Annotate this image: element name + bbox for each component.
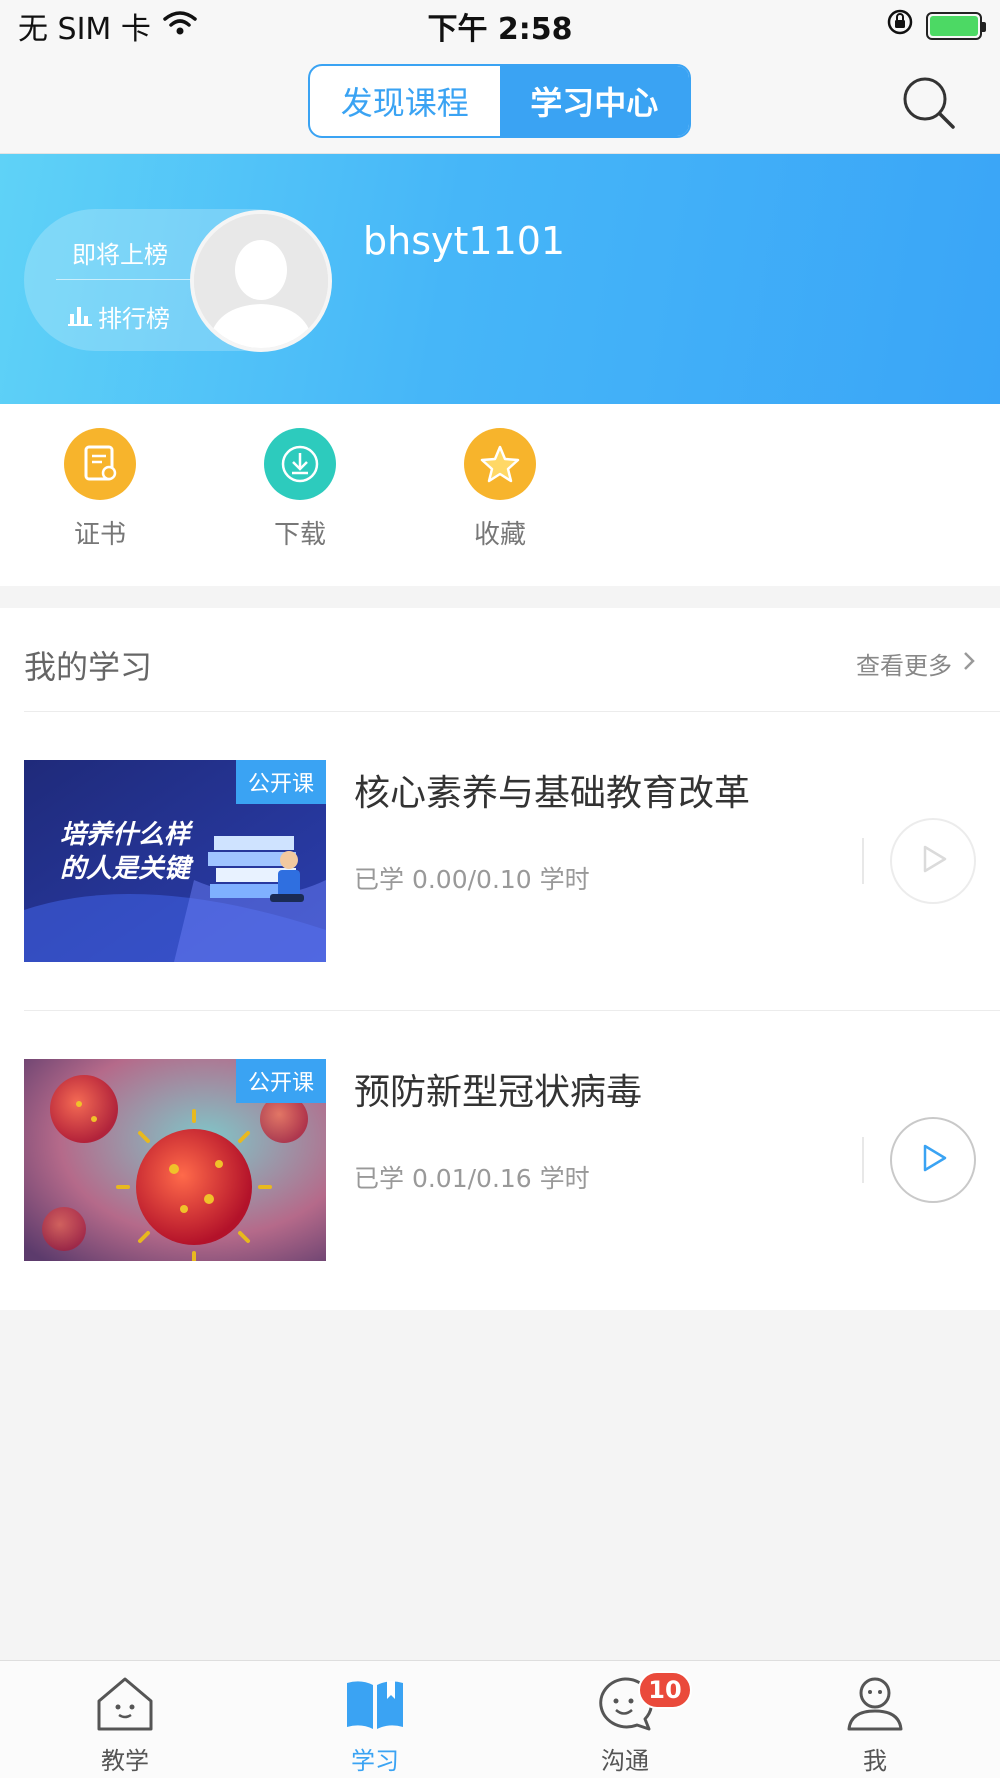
certificate-icon — [64, 428, 136, 500]
play-button[interactable] — [890, 818, 976, 904]
tab-label: 沟通 — [601, 1747, 649, 1775]
play-divider — [862, 1137, 864, 1183]
tab-discover-courses[interactable]: 发现课程 — [310, 66, 500, 136]
course-progress: 已学 0.00/0.10 学时 — [354, 865, 590, 894]
see-more-link[interactable]: 查看更多 — [856, 646, 976, 681]
quick-actions: 证书 下载 收藏 — [0, 404, 1000, 586]
tab-label: 学习 — [351, 1747, 399, 1775]
cover-caption: 培养什么样 的人是关键 — [60, 818, 190, 886]
tab-chat[interactable]: 10 沟通 — [500, 1661, 750, 1778]
unread-badge: 10 — [638, 1671, 692, 1709]
cover-caption-line-1: 培养什么样 — [60, 820, 191, 850]
download-label: 下载 — [273, 520, 326, 550]
app-screen: 无 SIM 卡 下午 2:58 发现课程 学习中心 即将上榜 排行榜 bhsyt… — [0, 0, 1000, 1778]
tab-label: 我 — [863, 1747, 887, 1775]
certificate-label: 证书 — [73, 520, 126, 550]
star-icon — [464, 428, 536, 500]
download-icon — [264, 428, 336, 500]
tab-learning[interactable]: 学习 — [250, 1661, 500, 1778]
default-avatar-icon — [194, 214, 328, 348]
section-title: 我的学习 — [24, 648, 153, 686]
carrier-label: 无 SIM 卡 — [18, 12, 151, 47]
person-icon — [843, 1673, 907, 1737]
favorites-label: 收藏 — [473, 520, 526, 550]
status-time: 下午 2:58 — [427, 12, 573, 47]
rank-status-label: 即将上榜 — [72, 241, 168, 269]
profile-banner: 即将上榜 排行榜 bhsyt1101 — [0, 154, 1000, 404]
tab-learning-center[interactable]: 学习中心 — [499, 66, 689, 136]
status-left: 无 SIM 卡 — [18, 4, 318, 48]
search-icon[interactable] — [900, 74, 960, 134]
play-divider — [862, 838, 864, 884]
course-tag: 公开课 — [235, 1059, 326, 1103]
battery-icon — [926, 12, 986, 40]
wifi-icon — [163, 9, 197, 44]
rank-divider — [56, 279, 206, 280]
avatar[interactable] — [190, 210, 332, 352]
cover-caption-line-2: 的人是关键 — [60, 854, 191, 884]
play-icon — [916, 842, 950, 880]
download-button[interactable]: 下载 — [240, 428, 360, 551]
course-title[interactable]: 核心素养与基础教育改革 — [354, 764, 750, 816]
course-card[interactable]: 培养什么样 的人是关键 公开课 核心素养与基础教育改革 已学 0.00/0.10… — [24, 712, 1000, 1011]
play-button[interactable] — [890, 1117, 976, 1203]
favorites-button[interactable]: 收藏 — [440, 428, 560, 551]
chevron-right-icon — [962, 650, 976, 678]
course-thumbnail[interactable]: 培养什么样 的人是关键 公开课 — [24, 760, 326, 962]
course-title[interactable]: 预防新型冠状病毒 — [354, 1063, 642, 1115]
leaderboard-label: 排行榜 — [98, 305, 170, 333]
house-icon — [93, 1673, 157, 1737]
leaderboard-link[interactable]: 排行榜 — [68, 299, 170, 334]
nav-header: 发现课程 学习中心 — [0, 52, 1000, 154]
status-right — [682, 8, 986, 44]
status-bar: 无 SIM 卡 下午 2:58 — [0, 0, 1000, 52]
rotation-lock-icon — [886, 8, 914, 44]
tab-bar: 教学 学习 10 沟通 我 — [0, 1660, 1000, 1778]
course-progress: 已学 0.01/0.16 学时 — [354, 1164, 590, 1193]
book-icon — [343, 1673, 407, 1737]
segmented-control: 发现课程 学习中心 — [308, 64, 691, 138]
tab-teaching[interactable]: 教学 — [0, 1661, 250, 1778]
tab-label: 教学 — [101, 1747, 149, 1775]
course-tag: 公开课 — [235, 760, 326, 804]
course-thumbnail[interactable]: 公开课 — [24, 1059, 326, 1261]
bar-chart-icon — [68, 302, 92, 332]
my-learning-section: 我的学习 查看更多 培养什么样 的人是关键 公开课 核心素养与基础教育改革 已学… — [0, 608, 1000, 1310]
section-header: 我的学习 查看更多 — [24, 608, 1000, 712]
username: bhsyt1101 — [363, 219, 566, 263]
certificate-button[interactable]: 证书 — [40, 428, 160, 551]
tab-me[interactable]: 我 — [750, 1661, 1000, 1778]
play-icon — [916, 1141, 950, 1179]
see-more-label: 查看更多 — [856, 652, 952, 680]
course-card[interactable]: 公开课 预防新型冠状病毒 已学 0.01/0.16 学时 — [24, 1011, 1000, 1310]
